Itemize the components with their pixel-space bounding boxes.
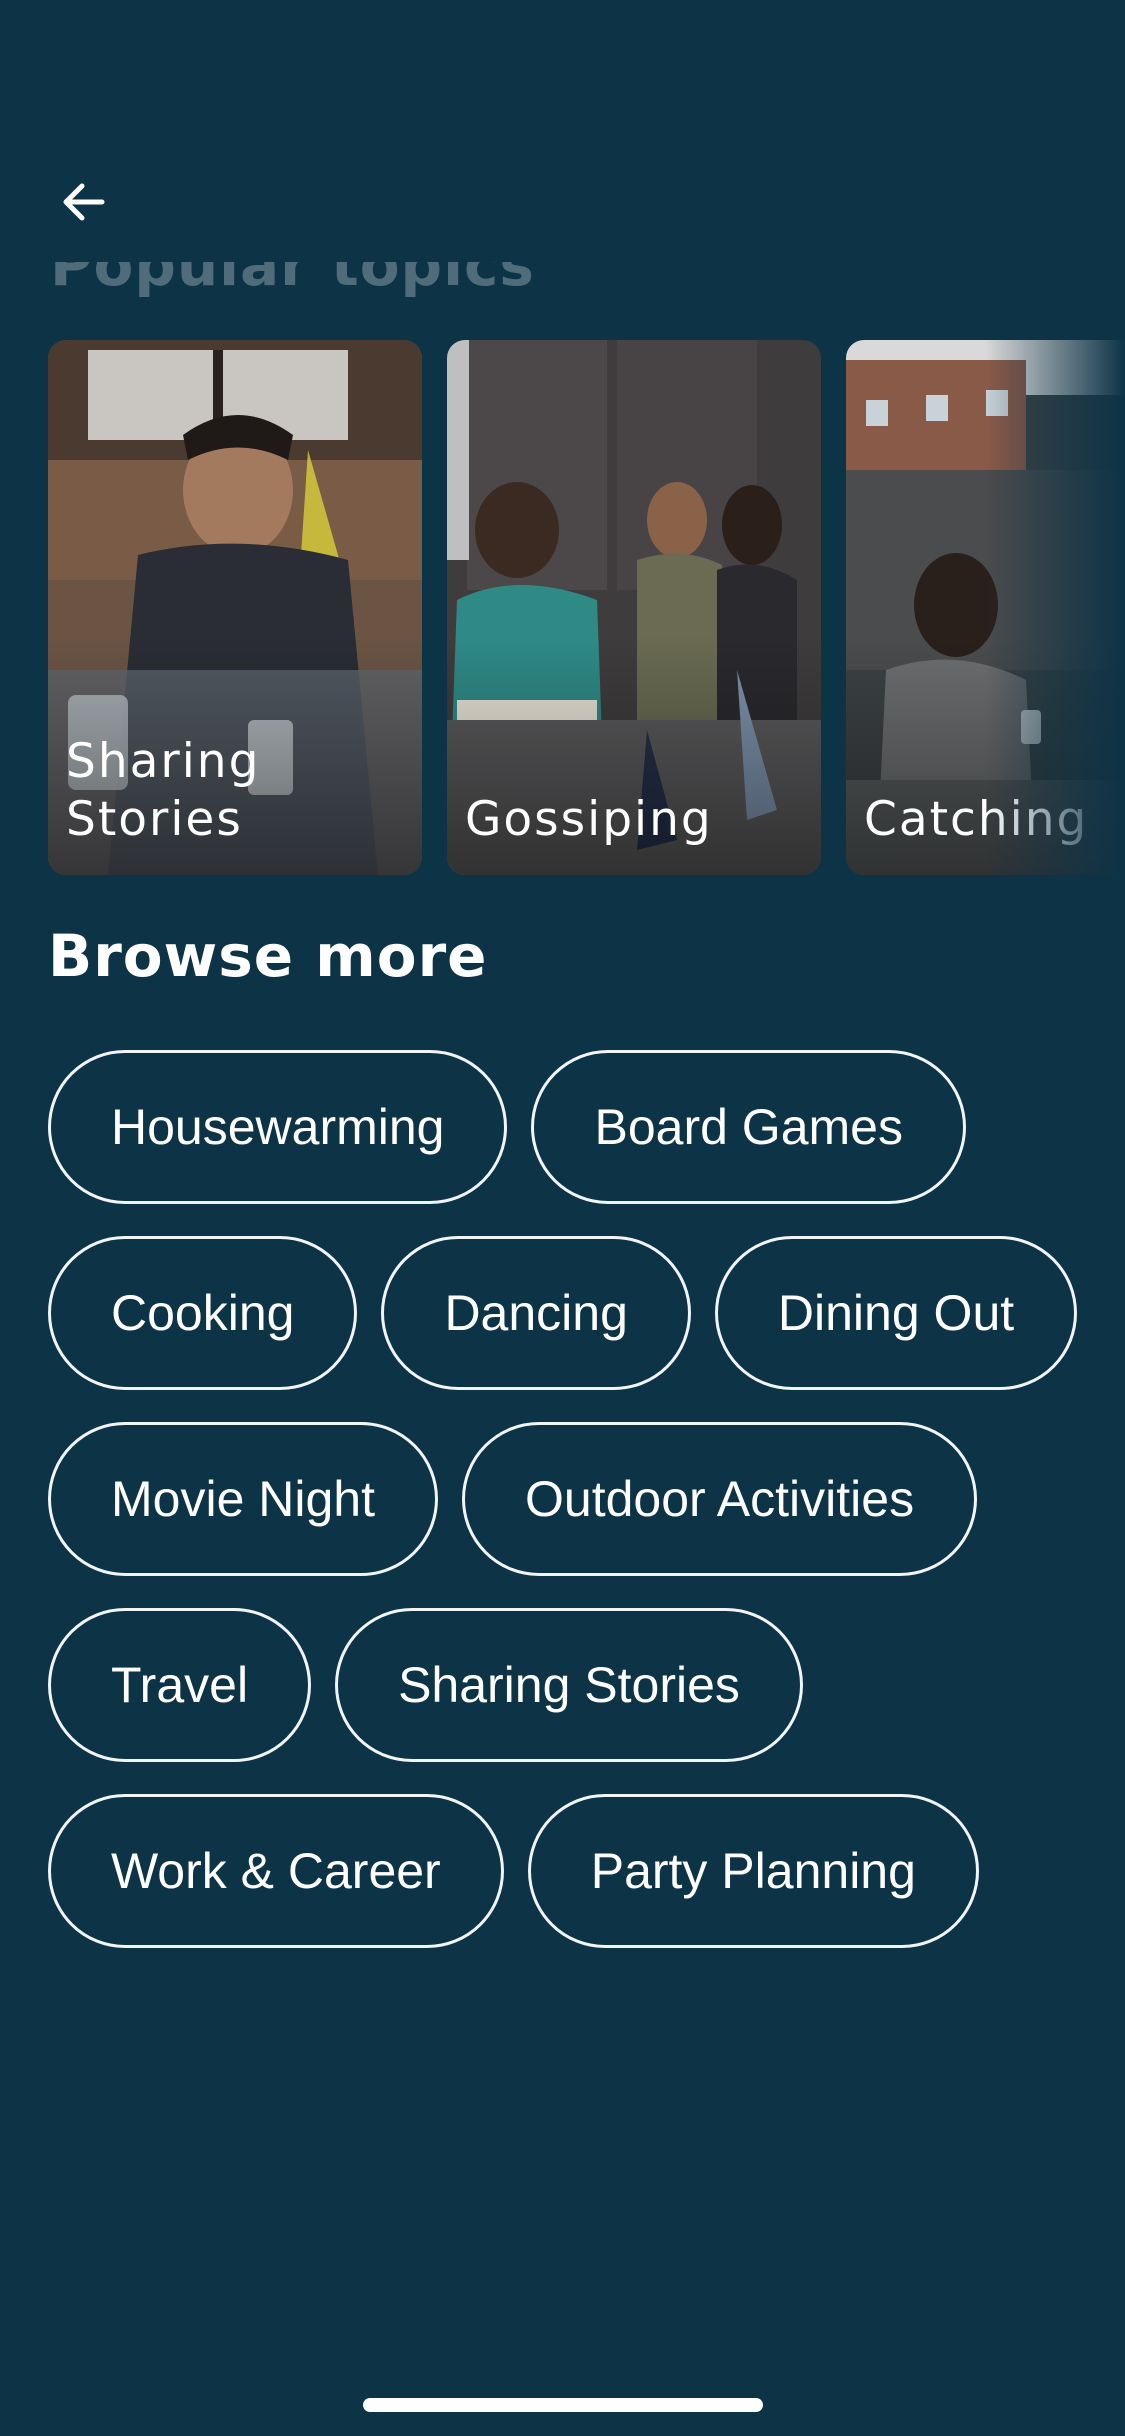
browse-more-title: Browse more: [48, 922, 488, 990]
topic-card-sharing-stories[interactable]: Sharing Stories: [48, 340, 422, 875]
chip-movie-night[interactable]: Movie Night: [48, 1422, 438, 1576]
chip-board-games[interactable]: Board Games: [531, 1050, 966, 1204]
chip-sharing-stories[interactable]: Sharing Stories: [335, 1608, 803, 1762]
chip-travel[interactable]: Travel: [48, 1608, 312, 1762]
topic-card-catching[interactable]: Catching: [846, 340, 1125, 875]
topic-card-label: Gossiping: [465, 792, 713, 847]
section-title-popular-topics-text: Popular topics: [50, 262, 535, 299]
section-title-popular-topics: Popular topics: [50, 262, 650, 302]
chip-party-planning[interactable]: Party Planning: [527, 1794, 979, 1948]
chip-housewarming[interactable]: Housewarming: [48, 1050, 508, 1204]
back-button[interactable]: [52, 170, 116, 234]
home-indicator[interactable]: [363, 2398, 763, 2412]
chip-dining-out[interactable]: Dining Out: [714, 1236, 1078, 1390]
browse-chips: Housewarming Board Games Cooking Dancing…: [48, 1050, 1088, 1948]
topic-card-label: Catching: [864, 792, 1089, 847]
chip-dancing[interactable]: Dancing: [381, 1236, 691, 1390]
chip-outdoor-activities[interactable]: Outdoor Activities: [462, 1422, 978, 1576]
chip-cooking[interactable]: Cooking: [48, 1236, 358, 1390]
chip-work-and-career[interactable]: Work & Career: [48, 1794, 504, 1948]
arrow-left-icon: [63, 183, 105, 221]
topic-card-label: Sharing Stories: [66, 734, 261, 847]
popular-topics-carousel[interactable]: Sharing Stories Gossiping Catching: [0, 340, 1125, 875]
topic-card-gossiping[interactable]: Gossiping: [447, 340, 821, 875]
